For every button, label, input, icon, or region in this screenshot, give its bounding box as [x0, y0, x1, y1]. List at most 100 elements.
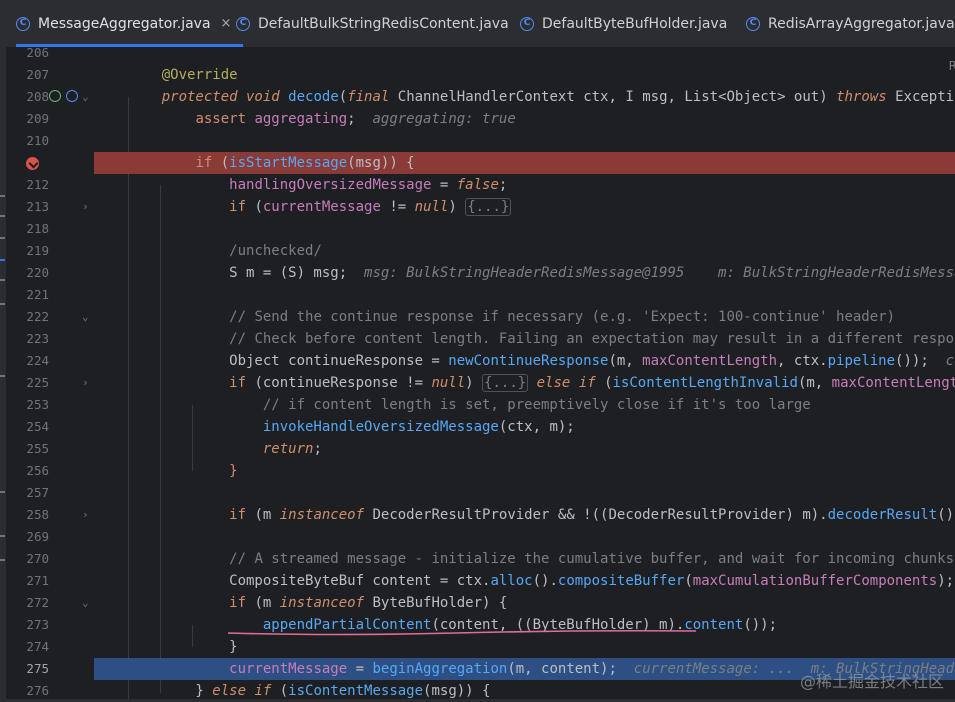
- gutter-line[interactable]: 221: [6, 284, 94, 306]
- breakpoint-icon[interactable]: [26, 157, 39, 170]
- gutter-line[interactable]: 271: [6, 570, 94, 592]
- gutter-line[interactable]: 213 ›: [6, 196, 94, 218]
- gutter-line[interactable]: 218: [6, 218, 94, 240]
- gutter-line[interactable]: 274: [6, 636, 94, 658]
- code-line[interactable]: invokeHandleOversizedMessage(ctx, m);: [94, 416, 955, 438]
- gutter-line[interactable]: 219: [6, 240, 94, 262]
- override-icon[interactable]: [49, 90, 61, 102]
- line-number: 207: [26, 67, 49, 82]
- line-number: 253: [26, 397, 49, 412]
- gutter-line[interactable]: 223: [6, 328, 94, 350]
- strip-mark: [0, 535, 5, 537]
- gutter-line[interactable]: 212: [6, 174, 94, 196]
- line-number: 256: [26, 463, 49, 478]
- code-line[interactable]: protected void decode(final ChannelHandl…: [94, 86, 955, 108]
- gutter-line[interactable]: 253: [6, 394, 94, 416]
- gutter-line[interactable]: 254: [6, 416, 94, 438]
- gutter-line[interactable]: 258 ›: [6, 504, 94, 526]
- line-number: 271: [26, 573, 49, 588]
- gutter-line[interactable]: 257: [6, 482, 94, 504]
- code-text: } else if (isContentMessage(msg)) {: [128, 683, 491, 699]
- line-number: 223: [26, 331, 49, 346]
- gutter-line[interactable]: 275: [6, 658, 94, 680]
- code-line[interactable]: if (currentMessage != null) {...}: [94, 196, 955, 218]
- code-line[interactable]: [94, 526, 955, 548]
- gutter-line[interactable]: 209: [6, 108, 94, 130]
- code-line[interactable]: if (continueResponse != null) {...} else…: [94, 372, 955, 394]
- gutter-line[interactable]: 210: [6, 130, 94, 152]
- code-line[interactable]: if (m instanceof DecoderResultProvider &…: [94, 504, 955, 526]
- code-text: S m = (S) msg; msg: BulkStringHeaderRedi…: [128, 265, 955, 281]
- code-text: // A streamed message - initialize the c…: [229, 551, 955, 567]
- line-number: 254: [26, 419, 49, 434]
- fold-icon[interactable]: ⌄: [82, 592, 89, 614]
- implementation-icon[interactable]: [66, 90, 78, 102]
- code-line[interactable]: assert aggregating; aggregating: true: [94, 108, 955, 130]
- gutter-line[interactable]: 269: [6, 526, 94, 548]
- fold-icon[interactable]: ⌄: [82, 306, 89, 328]
- gutter-line[interactable]: 225 ›: [6, 372, 94, 394]
- code-line[interactable]: // if content length is set, preemptivel…: [94, 394, 955, 416]
- gutter-line[interactable]: 272 ⌄: [6, 592, 94, 614]
- code-text: @Override: [161, 67, 238, 83]
- tab-defaultbulkstringrediscontent[interactable]: C DefaultBulkStringRedisContent.java: [236, 0, 521, 47]
- code-line[interactable]: [94, 47, 955, 64]
- code-text: if (isStartMessage(msg)) {: [195, 155, 415, 171]
- strip-mark: [0, 279, 5, 281]
- code-editor[interactable]: R @Override protected void decode(final …: [94, 47, 955, 699]
- code-line[interactable]: [94, 284, 955, 306]
- fold-icon[interactable]: ⌄: [82, 86, 89, 108]
- breakpoint-line[interactable]: if (isStartMessage(msg)) {: [94, 152, 955, 174]
- line-number: 273: [26, 617, 49, 632]
- gutter-line[interactable]: 207: [6, 64, 94, 86]
- gutter-line[interactable]: 273: [6, 614, 94, 636]
- code-line[interactable]: // Send the continue response if necessa…: [94, 306, 955, 328]
- code-line[interactable]: }: [94, 636, 955, 658]
- gutter-line[interactable]: 220: [6, 262, 94, 284]
- code-text: if (m instanceof DecoderResultProvider &…: [229, 507, 955, 523]
- code-line[interactable]: handlingOversizedMessage = false;: [94, 174, 955, 196]
- code-line[interactable]: return;: [94, 438, 955, 460]
- line-number: 213: [26, 199, 49, 214]
- code-text: CompositeByteBuf content = ctx.alloc().c…: [128, 573, 955, 589]
- code-line[interactable]: if (m instanceof ByteBufHolder) {: [94, 592, 955, 614]
- line-number: 255: [26, 441, 49, 456]
- code-line[interactable]: }: [94, 460, 955, 482]
- close-tab-icon[interactable]: ×: [221, 16, 232, 31]
- line-number: 218: [26, 221, 49, 236]
- code-line[interactable]: // Check before content length. Failing …: [94, 328, 955, 350]
- code-line[interactable]: // A streamed message - initialize the c…: [94, 548, 955, 570]
- code-line[interactable]: CompositeByteBuf content = ctx.alloc().c…: [94, 570, 955, 592]
- code-line[interactable]: /unchecked/: [94, 240, 955, 262]
- code-line[interactable]: @Override: [94, 64, 955, 86]
- tab-label: MessageAggregator.java: [38, 15, 211, 32]
- strip-mark: [0, 259, 5, 261]
- fold-icon[interactable]: ›: [82, 372, 89, 394]
- fold-icon[interactable]: ›: [82, 504, 89, 526]
- fold-icon[interactable]: ›: [82, 196, 89, 218]
- code-text: }: [128, 639, 238, 655]
- tab-redisarrayaggregator[interactable]: C RedisArrayAggregator.java: [746, 0, 955, 47]
- gutter-line[interactable]: [6, 152, 94, 174]
- tab-messageaggregator[interactable]: C MessageAggregator.java ×: [16, 0, 244, 47]
- code-line[interactable]: [94, 218, 955, 240]
- editor-tab-bar: C MessageAggregator.java × C DefaultBulkStri…: [0, 0, 955, 48]
- code-line[interactable]: S m = (S) msg; msg: BulkStringHeaderRedi…: [94, 262, 955, 284]
- gutter-line[interactable]: 208 ⌄: [6, 86, 94, 108]
- gutter-line[interactable]: 255: [6, 438, 94, 460]
- code-line[interactable]: Object continueResponse = newContinueRes…: [94, 350, 955, 372]
- gutter-line[interactable]: 206: [6, 42, 94, 64]
- code-text: handlingOversizedMessage = false;: [229, 177, 508, 193]
- code-line[interactable]: [94, 130, 955, 152]
- code-line[interactable]: [94, 482, 955, 504]
- line-number: 272: [26, 595, 49, 610]
- line-number-gutter[interactable]: 206 207 208 ⌄ 209 210 212 213 › 218 219 220 221 222 ⌄ 2…: [6, 45, 94, 699]
- gutter-line[interactable]: 270: [6, 548, 94, 570]
- gutter-line[interactable]: 222 ⌄: [6, 306, 94, 328]
- class-icon: C: [236, 16, 250, 31]
- gutter-line[interactable]: 224: [6, 350, 94, 372]
- gutter-line[interactable]: 256: [6, 460, 94, 482]
- line-number: 212: [26, 177, 49, 192]
- tab-defaultbytebufholder[interactable]: C DefaultByteBufHolder.java: [520, 0, 739, 47]
- line-number: 275: [26, 661, 49, 676]
